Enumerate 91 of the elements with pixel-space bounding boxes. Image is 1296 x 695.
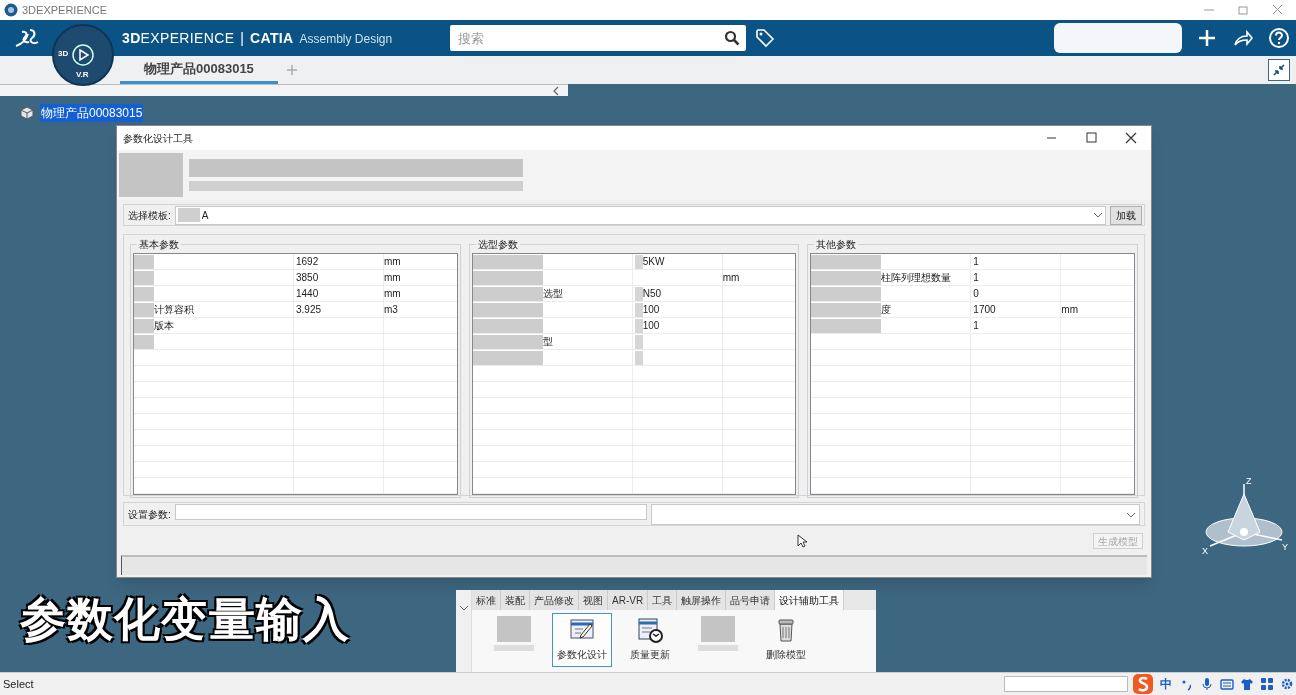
table-cell-text: 版本 — [154, 319, 174, 333]
compass-label: V.R — [76, 69, 89, 81]
group-title: 其他参数 — [814, 237, 859, 252]
table-cell-text: 柱阵列理想数量 — [881, 271, 952, 285]
table-cell-text: 100 — [642, 319, 660, 333]
axis-triad-drawing[interactable] — [1205, 483, 1283, 547]
title-separator: | — [240, 28, 244, 48]
cube-icon — [20, 106, 34, 120]
chevron-down-icon — [1093, 211, 1103, 219]
table-cell-text: 5KW — [642, 255, 665, 269]
help-icon[interactable] — [1268, 27, 1290, 49]
app-title: 3DEXPERIENCE — [122, 28, 235, 48]
mouse-cursor-icon — [797, 534, 807, 548]
table-cell-text: 选型 — [542, 287, 563, 301]
ribbon-tab[interactable]: 工具 — [648, 590, 678, 610]
table-cell-text: mm — [384, 287, 401, 301]
module-name: Assembly Design — [299, 30, 393, 48]
blurred-region — [701, 616, 735, 642]
axis-label: Y — [1282, 542, 1288, 552]
ribbon-tab[interactable]: 标准 — [472, 590, 501, 610]
play-icon — [71, 43, 95, 67]
ribbon-tab[interactable]: 触屏操作 — [677, 590, 727, 610]
table-cell-text: mm — [384, 271, 401, 285]
table-cell-text: 计算容积 — [154, 303, 194, 317]
field-label: 设置参数: — [128, 507, 171, 522]
chevron-down-icon[interactable] — [458, 604, 469, 612]
ribbon-tool-button[interactable]: 参数化设计 — [552, 613, 612, 667]
table-cell-text: 1 — [973, 319, 979, 333]
input-mode-toggle[interactable]: 中 — [1160, 675, 1172, 693]
table-cell-text: mm — [722, 271, 740, 285]
table-cell-text: mm — [384, 255, 401, 269]
ribbon-tab[interactable]: 产品修改 — [530, 590, 579, 610]
blurred-region — [698, 645, 738, 651]
status-text: Select — [3, 676, 34, 692]
app-name: CATIA — [250, 28, 294, 48]
shirt-icon[interactable] — [1240, 677, 1254, 691]
ribbon-tab[interactable]: 装配 — [501, 590, 530, 610]
table-cell-text: 1692 — [296, 255, 319, 269]
table-cell-text: 1700 — [973, 303, 996, 317]
axis-label: X — [1202, 546, 1208, 556]
search-icon — [724, 30, 741, 46]
share-icon[interactable] — [1232, 27, 1254, 49]
ribbon-tab[interactable]: 视图 — [579, 590, 608, 610]
command-input[interactable] — [1004, 676, 1128, 692]
table-cell-text: 3.925 — [296, 303, 322, 317]
template-dropdown[interactable]: A — [174, 205, 1106, 225]
blurred-region — [119, 153, 183, 197]
window-title: 3DEXPERIENCE — [22, 2, 107, 18]
table-cell-text: 1 — [973, 271, 979, 285]
blurred-region — [497, 616, 531, 642]
grid-icon[interactable] — [1260, 677, 1274, 691]
table-cell-text: 1440 — [296, 287, 319, 301]
video-caption: 参数化变量输入 — [20, 596, 351, 642]
table-cell-text: 1 — [973, 255, 979, 269]
table-cell-text: 100 — [642, 303, 660, 317]
form-refresh-icon — [636, 616, 664, 644]
group-title: 基本参数 — [137, 237, 181, 252]
table-cell-text: 3850 — [296, 271, 319, 285]
chevron-down-icon — [1126, 510, 1136, 519]
compass-label: 3D — [58, 48, 69, 60]
s-logo-icon[interactable] — [1132, 673, 1154, 695]
ribbon-tool-button[interactable]: 质量更新 — [620, 613, 680, 667]
search-field[interactable]: 搜索 — [450, 25, 747, 51]
collapse-panel-icon[interactable] — [552, 85, 560, 96]
table-cell-text: mm — [1061, 303, 1078, 317]
ribbon-tab[interactable]: AR-VR — [608, 590, 649, 610]
blurred-region — [177, 208, 200, 222]
table-cell-text: m3 — [384, 303, 398, 317]
table-cell-text: 度 — [881, 303, 892, 317]
table-cell-text: 型 — [542, 335, 553, 349]
keyboard-icon[interactable] — [1220, 677, 1234, 691]
collapse-icon[interactable] — [1268, 59, 1290, 81]
group-title: 选型参数 — [475, 237, 520, 252]
plus-icon[interactable] — [1196, 27, 1218, 49]
axis-label: Z — [1246, 476, 1252, 486]
table-cell-text: 0 — [973, 287, 979, 301]
table-cell-text: N50 — [642, 287, 661, 301]
ribbon-tab[interactable]: 品号申请 — [726, 590, 776, 610]
dialog-title: 参数化设计工具 — [123, 131, 193, 146]
compass-button[interactable]: 3D V.R — [52, 24, 114, 86]
field-label: 选择模板: — [128, 208, 171, 223]
parameter-input[interactable] — [174, 504, 647, 520]
ribbon-tool-button[interactable]: 删除模型 — [756, 613, 816, 667]
microphone-icon[interactable] — [1200, 677, 1214, 691]
load-button[interactable]: 加载 — [1110, 205, 1142, 225]
gear-icon[interactable] — [1280, 677, 1294, 691]
ribbon-tab[interactable]: 设计辅助工具 — [775, 590, 845, 610]
blurred-region — [494, 645, 534, 651]
app-icon — [4, 3, 18, 17]
tag-icon[interactable] — [754, 27, 777, 49]
tree-item[interactable]: 物理产品00083015 — [40, 104, 144, 122]
